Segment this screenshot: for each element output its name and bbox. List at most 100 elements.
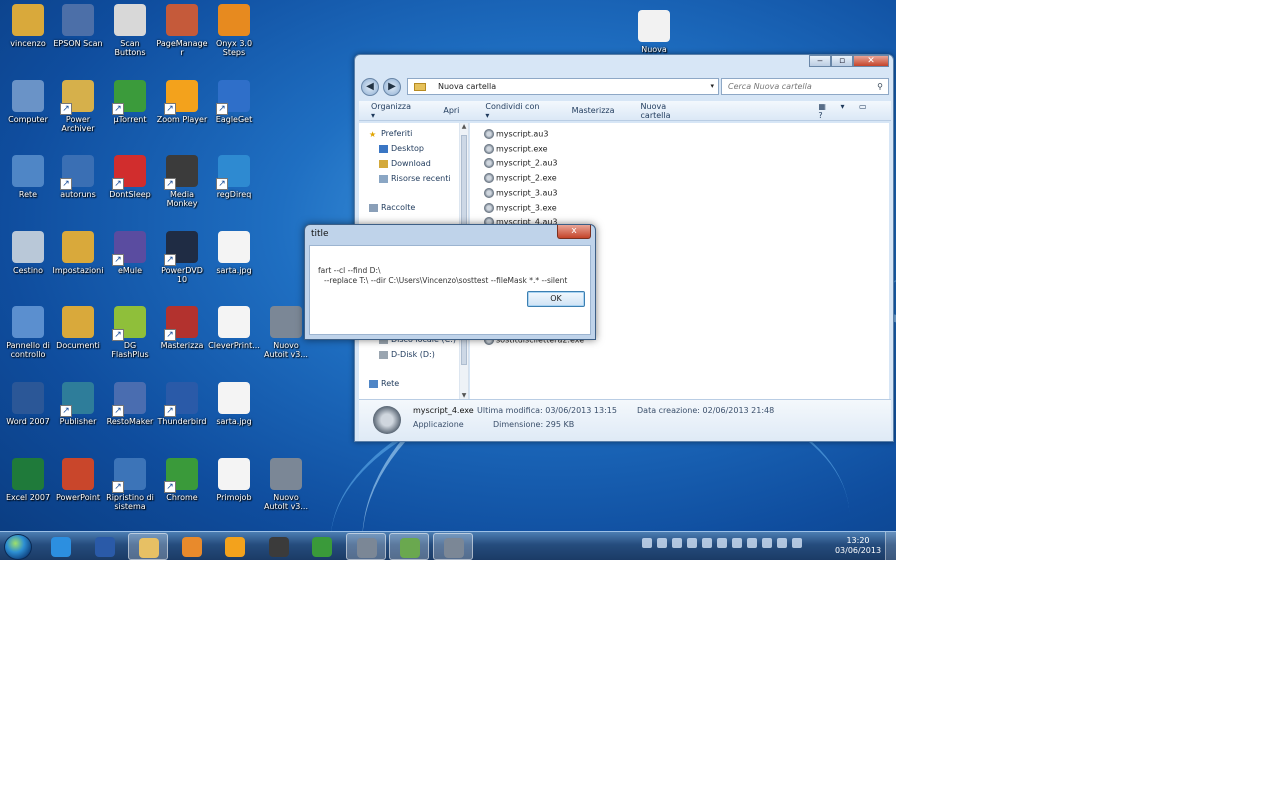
desktop-icon[interactable]: Nuovo AutoIt v3... [260,458,312,511]
desktop-icon[interactable]: Pannello di controllo [2,306,54,359]
open-button[interactable]: Apri [443,106,459,115]
organize-button[interactable]: Organizza ▾ [371,102,417,120]
computer-icon [12,80,44,112]
nav-desktop[interactable]: Desktop [379,144,424,153]
address-bar[interactable]: Nuova cartella ▾ [407,78,719,95]
taskbar-button-ie[interactable] [41,533,81,560]
close-button[interactable]: ✕ [853,55,889,67]
mediamonkey-icon [164,155,198,190]
desktop-icon[interactable]: eMule [104,231,156,275]
zoom-player-icon [164,80,198,115]
tray-icon[interactable] [732,538,742,548]
desktop-icon[interactable]: Zoom Player [156,80,208,124]
tray-icon[interactable] [642,538,652,548]
maximize-button[interactable]: ▫ [831,55,853,67]
scroll-up-icon[interactable]: ▲ [460,123,468,130]
tray-icon[interactable] [702,538,712,548]
file-item[interactable]: myscript_3.exe [484,202,557,213]
volume-icon[interactable] [792,538,802,548]
taskbar-button-mediamonkey[interactable] [259,533,299,560]
desktop-icon-label: EPSON Scan [53,39,103,48]
recent-icon [379,174,388,183]
desktop-icon[interactable]: PageManager [156,4,208,57]
desktop-icon[interactable]: Word 2007 [2,382,54,426]
file-item[interactable]: myscript.au3 [484,129,548,139]
desktop-icon[interactable]: Publisher [52,382,104,426]
taskbar-button-notepad[interactable] [389,533,429,560]
nav-libraries[interactable]: Raccolte [369,203,415,212]
taskbar-button-zoom-player[interactable] [215,533,255,560]
chevron-down-icon[interactable]: ▾ [710,79,714,94]
desktop-icon[interactable]: Power Archiver [52,80,104,133]
desktop-icon[interactable]: Primojob [208,458,260,502]
forward-button[interactable]: ▶ [383,78,401,96]
nav-network[interactable]: Rete [369,379,399,388]
scroll-down-icon[interactable]: ▼ [460,392,468,399]
tray-icon[interactable] [657,538,667,548]
clock[interactable]: 13:20 03/06/2013 [830,536,886,556]
tray-icon[interactable] [762,538,772,548]
desktop-icon-label: RestoMaker [106,417,154,426]
desktop-icon[interactable]: Documenti [52,306,104,350]
desktop-icon[interactable]: vincenzo [2,4,54,48]
desktop-icon[interactable]: sarta.jpg [208,382,260,426]
ok-button[interactable]: OK [527,291,585,307]
desktop-icon[interactable]: autoruns [52,155,104,199]
start-button[interactable] [4,534,32,560]
share-button[interactable]: Condividi con ▾ [485,102,545,120]
desktop-icon[interactable]: Computer [2,80,54,124]
taskbar-button-autoit-2[interactable] [432,533,473,560]
file-item[interactable]: myscript_3.au3 [484,187,558,198]
desktop-icon[interactable]: RestoMaker [104,382,156,426]
taskbar-button-thunderbird[interactable] [85,533,125,560]
desktop-icon[interactable]: PowerDVD 10 [156,231,208,284]
search-input[interactable]: Cerca Nuova cartella ⚲ [721,78,889,95]
dialog-close-button[interactable]: x [557,225,591,239]
desktop-icon[interactable]: EPSON Scan [52,4,104,48]
ie-icon [51,537,71,557]
taskbar-button-media-player[interactable] [172,533,212,560]
nav-download[interactable]: Download [379,159,431,168]
desktop-icon[interactable]: PowerPoint [52,458,104,502]
desktop-icon[interactable]: EagleGet [208,80,260,124]
desktop-icon[interactable]: DG FlashPlus [104,306,156,359]
desktop-icon[interactable]: CleverPrint... [208,306,260,350]
burn-button[interactable]: Masterizza [572,106,615,115]
desktop-icon[interactable]: Nuova [628,10,680,54]
desktop-icon[interactable]: regDireq [208,155,260,199]
desktop-icon[interactable]: Cestino [2,231,54,275]
taskbar-button-chrome[interactable] [302,533,342,560]
flag-icon[interactable] [747,538,757,548]
desktop-icon[interactable]: Impostazioni [52,231,104,275]
minimize-button[interactable]: ‒ [809,55,831,67]
tray-icon[interactable] [687,538,697,548]
nav-favorites[interactable]: ★ Preferiti [369,129,412,139]
desktop-icon[interactable]: µTorrent [104,80,156,124]
desktop-icon[interactable]: Onyx 3.0 Steps [208,4,260,57]
file-item[interactable]: myscript.exe [484,143,548,154]
nav-d-disk[interactable]: D-Disk (D:) [379,350,435,359]
view-options-icon[interactable]: ▦ ▾ ▭ ? [818,102,891,120]
desktop-icon[interactable]: Rete [2,155,54,199]
desktop-icon[interactable]: DontSleep [104,155,156,199]
taskbar-button-autoit[interactable] [345,533,386,560]
show-desktop-button[interactable] [885,532,896,560]
back-button[interactable]: ◀ [361,78,379,96]
network-signal-icon[interactable] [777,538,787,548]
message-box[interactable]: title x fart --cl --find D:\ --replace T… [304,224,596,340]
desktop-icon[interactable]: Chrome [156,458,208,502]
desktop-icon[interactable]: Scan Buttons [104,4,156,57]
file-item[interactable]: myscript_2.au3 [484,158,558,169]
desktop-icon[interactable]: Media Monkey [156,155,208,208]
bluetooth-icon[interactable] [717,538,727,548]
desktop-icon[interactable]: Ripristino di sistema [104,458,156,511]
desktop-icon[interactable]: Masterizza [156,306,208,350]
nav-recent[interactable]: Risorse recenti [379,174,451,183]
new-folder-button[interactable]: Nuova cartella [641,102,699,120]
taskbar-button-explorer[interactable] [128,533,168,560]
speaker-icon[interactable] [672,538,682,548]
desktop-icon[interactable]: Thunderbird [156,382,208,426]
desktop-icon[interactable]: sarta.jpg [208,231,260,275]
desktop-icon[interactable]: Excel 2007 [2,458,54,502]
file-item[interactable]: myscript_2.exe [484,173,557,184]
